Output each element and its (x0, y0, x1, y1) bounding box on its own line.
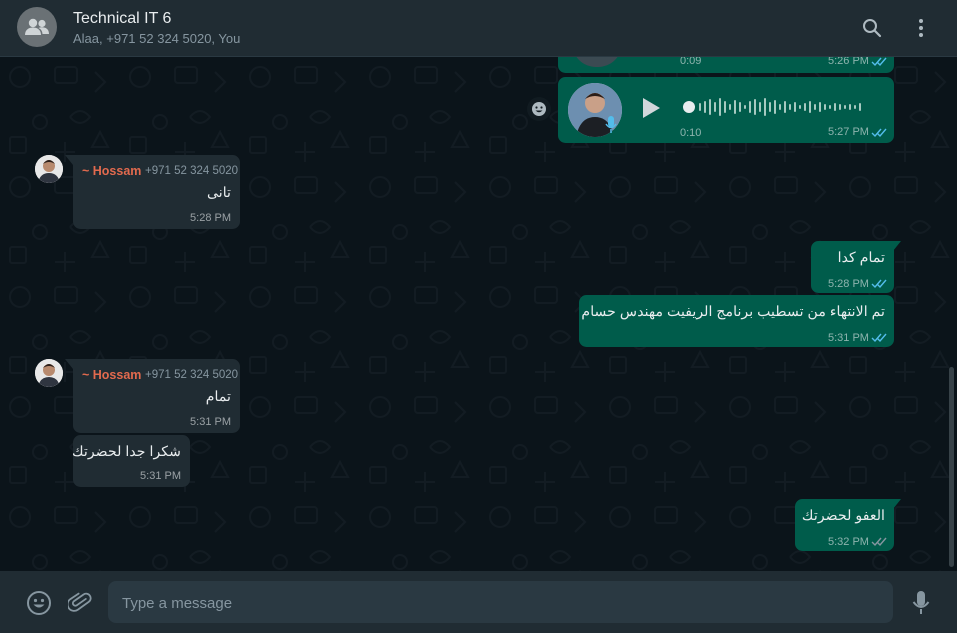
voice-message-bubble[interactable]: 0:10 5:27 PM (558, 77, 894, 143)
mic-icon[interactable] (908, 590, 934, 616)
outgoing-message[interactable]: تم الانتهاء من تسطيب برنامج الريفيت مهند… (579, 295, 894, 347)
play-icon[interactable] (640, 96, 662, 120)
search-icon[interactable] (860, 16, 884, 40)
voice-waveform[interactable] (682, 97, 872, 117)
composer-bar (0, 571, 957, 633)
message-text: تم الانتهاء من تسطيب برنامج الريفيت مهند… (581, 304, 885, 320)
message-input-box[interactable] (108, 581, 893, 625)
emoji-icon[interactable] (26, 590, 52, 616)
sender-avatar[interactable] (35, 359, 63, 387)
message-time: 5:31 PM (828, 332, 869, 344)
message-time: 5:32 PM (828, 536, 869, 548)
incoming-message[interactable]: ~ Hossam +971 52 324 5020 تمام 5:31 PM (73, 359, 240, 433)
sender-phone: +971 52 324 5020 (145, 165, 239, 177)
sender-phone: +971 52 324 5020 (145, 369, 239, 381)
voice-duration: 0:10 (680, 127, 702, 139)
message-text: تمام (205, 389, 231, 405)
incoming-message[interactable]: ~ Hossam +971 52 324 5020 تانى 5:28 PM (73, 155, 240, 229)
scrollbar[interactable] (949, 367, 954, 567)
message-list[interactable]: 0:09 5:26 PM 0:10 5:27 PM ~ Hossam +971 … (0, 57, 957, 571)
group-icon (25, 18, 49, 35)
sender-photo (572, 57, 622, 67)
menu-icon[interactable] (909, 16, 933, 40)
voice-duration: 0:09 (680, 57, 702, 67)
bubble-tail (893, 241, 901, 251)
read-ticks-icon (871, 279, 887, 289)
bubble-tail (65, 155, 73, 165)
attach-icon[interactable] (67, 590, 93, 616)
sender-name[interactable]: ~ Hossam (82, 164, 141, 178)
outgoing-message[interactable]: تمام كدا 5:28 PM (811, 241, 894, 293)
chat-header[interactable]: Technical IT 6 Alaa, +971 52 324 5020, Y… (0, 0, 957, 57)
message-time: 5:27 PM (828, 126, 869, 138)
group-avatar[interactable] (17, 7, 57, 47)
mic-badge-icon (605, 116, 617, 133)
message-time: 5:31 PM (190, 416, 231, 428)
emoji-reaction-icon (532, 102, 546, 116)
message-text: تانى (206, 185, 231, 201)
message-text: تمام كدا (837, 250, 885, 266)
chat-title[interactable]: Technical IT 6 (73, 10, 171, 28)
reaction-button[interactable] (527, 97, 551, 121)
bubble-tail (893, 499, 901, 509)
read-ticks-icon (871, 128, 887, 138)
incoming-message[interactable]: شكرا جدا لحضرتك 5:31 PM (71, 435, 190, 487)
read-ticks-icon (871, 537, 887, 547)
read-ticks-icon (871, 333, 887, 343)
bubble-tail (65, 359, 73, 369)
voice-message-bubble[interactable]: 0:09 5:26 PM (558, 57, 894, 73)
message-time: 5:31 PM (140, 470, 181, 482)
read-ticks-icon (871, 57, 887, 67)
sender-avatar[interactable] (35, 155, 63, 183)
message-time: 5:28 PM (828, 278, 869, 290)
chat-participants: Alaa, +971 52 324 5020, You (73, 31, 241, 46)
message-text: شكرا جدا لحضرتك (71, 444, 181, 460)
message-text: العفو لحضرتك (801, 508, 885, 524)
message-time: 5:28 PM (190, 212, 231, 224)
message-input[interactable] (120, 581, 884, 625)
sender-name[interactable]: ~ Hossam (82, 368, 141, 382)
message-time: 5:26 PM (828, 57, 869, 67)
outgoing-message[interactable]: العفو لحضرتك 5:32 PM (795, 499, 894, 551)
